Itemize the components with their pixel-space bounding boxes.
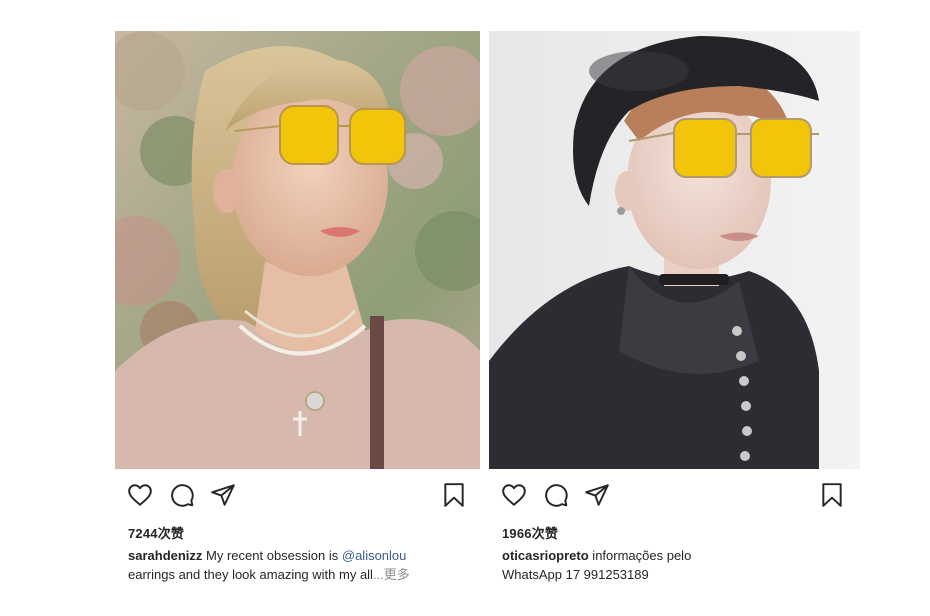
post-photo[interactable] — [489, 31, 860, 469]
heart-icon[interactable] — [127, 482, 153, 508]
share-icon[interactable] — [210, 482, 236, 508]
comment-icon[interactable] — [169, 482, 195, 508]
post-photo[interactable] — [115, 31, 480, 469]
bookmark-icon[interactable] — [819, 482, 845, 508]
woman-yellow-sunglasses-photo — [115, 31, 480, 469]
caption-text: informações pelo — [588, 548, 692, 563]
caption-text-line2: earrings and they look amazing with my a… — [128, 567, 373, 582]
post-caption: oticasriopreto informações pelo WhatsApp… — [489, 546, 860, 584]
post-actions-bar — [115, 469, 480, 517]
caption-text: My recent obsession is — [202, 548, 342, 563]
mention-link[interactable]: @alisonlou — [342, 548, 407, 563]
username[interactable]: sarahdenizz — [128, 548, 202, 563]
username[interactable]: oticasriopreto — [502, 548, 589, 563]
more-link[interactable]: 更多 — [384, 567, 410, 582]
post-caption: sarahdenizz My recent obsession is @alis… — [115, 546, 480, 584]
comment-icon[interactable] — [543, 482, 569, 508]
like-count[interactable]: 1966次赞 — [489, 523, 860, 542]
post-card: 7244次赞 sarahdenizz My recent obsession i… — [115, 31, 480, 584]
post-actions-bar — [489, 469, 860, 517]
caption-text-line2: WhatsApp 17 991253189 — [502, 567, 649, 582]
like-count[interactable]: 7244次赞 — [115, 523, 480, 542]
share-icon[interactable] — [584, 482, 610, 508]
heart-icon[interactable] — [501, 482, 527, 508]
model-beret-yellow-sunglasses-photo — [489, 31, 860, 469]
post-card: 1966次赞 oticasriopreto informações pelo W… — [489, 31, 860, 584]
ellipsis: ... — [372, 567, 384, 582]
bookmark-icon[interactable] — [441, 482, 467, 508]
